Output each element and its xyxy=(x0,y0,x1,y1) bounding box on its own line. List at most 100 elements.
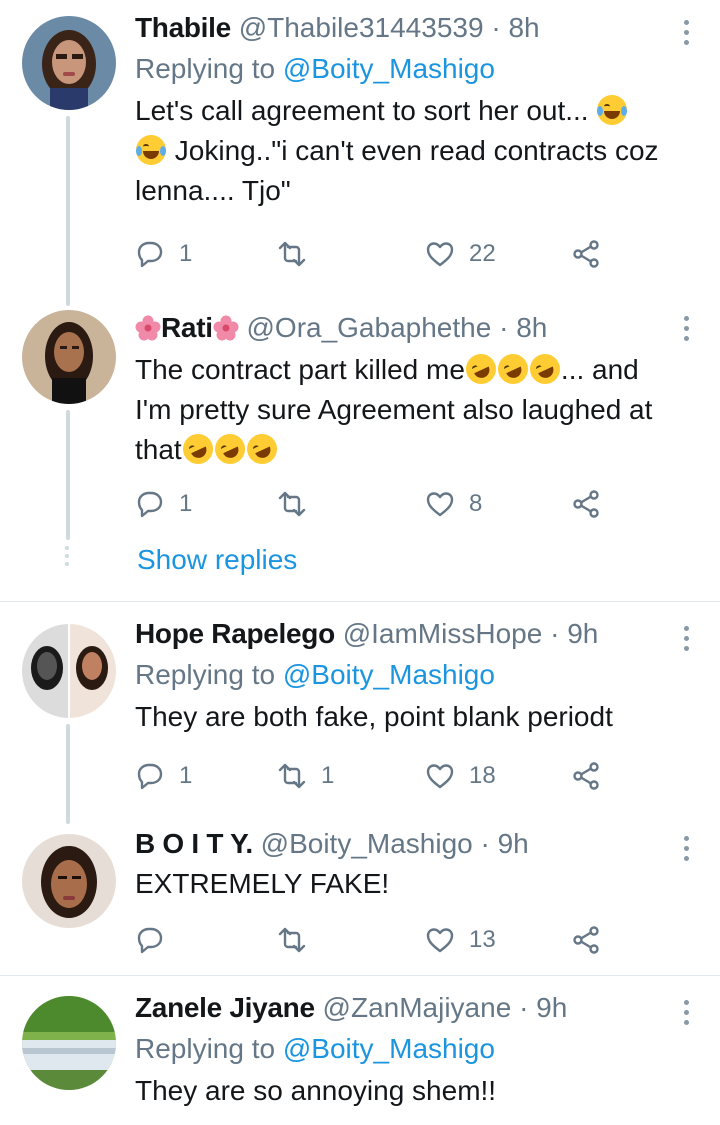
reply-button[interactable] xyxy=(135,920,179,960)
like-count: 8 xyxy=(469,490,483,517)
timestamp[interactable]: 9h xyxy=(567,618,598,649)
tweet-text-part: Joking.."i can't even read contracts coz… xyxy=(135,135,659,206)
tweet-text: EXTREMELY FAKE! xyxy=(135,868,390,899)
separator-dot: · xyxy=(519,992,529,1023)
reply-context: Replying to @Boity_Mashigo xyxy=(135,49,660,89)
username[interactable]: @IamMissHope xyxy=(343,618,543,649)
tweet-rati[interactable]: Rati @Ora_Gabaphethe · 8h The contract p… xyxy=(0,300,720,600)
reply-mention-link[interactable]: @Boity_Mashigo xyxy=(283,1033,495,1064)
avatar[interactable] xyxy=(22,310,116,404)
retweet-button[interactable] xyxy=(277,920,321,960)
share-icon xyxy=(573,240,599,268)
thread-gap-dots xyxy=(65,546,69,566)
tweet-text: Let's call agreement to sort her out... … xyxy=(135,91,660,211)
retweet-count: 1 xyxy=(321,762,335,789)
show-replies-link[interactable]: Show replies xyxy=(137,540,297,580)
more-options-icon[interactable] xyxy=(682,836,690,861)
tweet-text-part: The contract part killed me xyxy=(135,354,465,385)
tweet-header: Thabile @Thabile31443539 · 8h xyxy=(135,10,660,46)
tweet-header: Hope Rapelego @IamMissHope · 9h xyxy=(135,616,660,652)
avatar[interactable] xyxy=(22,624,116,718)
display-name[interactable]: Thabile xyxy=(135,12,231,43)
share-button[interactable] xyxy=(571,484,601,524)
avatar[interactable] xyxy=(22,834,116,928)
timestamp[interactable]: 8h xyxy=(516,312,547,343)
reply-icon xyxy=(137,763,163,790)
tweet-boity[interactable]: B O I T Y. @Boity_Mashigo · 9h EXTREMELY… xyxy=(0,812,720,974)
heart-icon xyxy=(426,764,454,789)
like-count: 13 xyxy=(469,926,496,953)
share-button[interactable] xyxy=(571,920,601,960)
more-options-icon[interactable] xyxy=(682,316,690,341)
retweet-button[interactable] xyxy=(277,234,321,274)
share-button[interactable] xyxy=(571,756,601,796)
tweet-thabile[interactable]: Thabile @Thabile31443539 · 8h Replying t… xyxy=(0,0,720,306)
avatar[interactable] xyxy=(22,996,116,1090)
separator-dot: · xyxy=(550,618,560,649)
tweet-text: They are both fake, point blank periodt xyxy=(135,701,613,732)
reply-count: 1 xyxy=(179,490,193,517)
tweet-actions: 1 22 xyxy=(135,234,615,274)
tweet-hope[interactable]: Hope Rapelego @IamMissHope · 9h Replying… xyxy=(0,602,720,824)
display-name[interactable]: Zanele Jiyane xyxy=(135,992,315,1023)
retweet-icon xyxy=(278,763,306,789)
tweet-actions: 13 xyxy=(135,920,615,960)
username[interactable]: @ZanMajiyane xyxy=(323,992,512,1023)
reply-mention-link[interactable]: @Boity_Mashigo xyxy=(283,659,495,690)
more-options-icon[interactable] xyxy=(682,1000,690,1025)
tweet-text-part: Let's call agreement to sort her out... xyxy=(135,95,597,126)
share-button[interactable] xyxy=(571,234,601,274)
share-icon xyxy=(573,926,599,954)
rofl-emoji-icon xyxy=(492,349,533,389)
joy-emoji-icon xyxy=(136,135,166,165)
username[interactable]: @Ora_Gabaphethe xyxy=(246,312,491,343)
like-button[interactable]: 22 xyxy=(425,234,496,274)
like-button[interactable]: 18 xyxy=(425,756,496,796)
tweet-header: Rati @Ora_Gabaphethe · 8h xyxy=(135,310,660,346)
heart-icon xyxy=(426,492,454,517)
separator-dot: · xyxy=(491,12,501,43)
timestamp[interactable]: 8h xyxy=(508,12,539,43)
display-name[interactable]: Rati xyxy=(161,312,213,343)
like-button[interactable]: 8 xyxy=(425,484,482,524)
tweet-zanele[interactable]: Zanele Jiyane @ZanMajiyane · 9h Replying… xyxy=(0,976,720,1125)
reply-label: Replying to xyxy=(135,1033,276,1064)
reply-button[interactable]: 1 xyxy=(135,756,192,796)
share-icon xyxy=(573,762,599,790)
rofl-emoji-icon xyxy=(524,349,565,389)
thread-line xyxy=(66,724,70,824)
rofl-emoji-icon xyxy=(460,349,501,389)
reply-context: Replying to @Boity_Mashigo xyxy=(135,655,660,695)
reply-mention-link[interactable]: @Boity_Mashigo xyxy=(283,53,495,84)
heart-icon xyxy=(426,928,454,953)
thread-line xyxy=(66,410,70,540)
hibiscus-emoji-icon xyxy=(213,314,239,341)
timestamp[interactable]: 9h xyxy=(498,828,529,859)
reply-context: Replying to @Boity_Mashigo xyxy=(135,1029,660,1069)
retweet-button[interactable] xyxy=(277,484,321,524)
display-name[interactable]: B O I T Y. xyxy=(135,828,253,859)
separator-dot: · xyxy=(480,828,490,859)
username[interactable]: @Boity_Mashigo xyxy=(261,828,473,859)
reply-icon xyxy=(137,241,163,268)
reply-label: Replying to xyxy=(135,53,276,84)
timestamp[interactable]: 9h xyxy=(536,992,567,1023)
more-options-icon[interactable] xyxy=(682,20,690,45)
like-count: 22 xyxy=(469,240,496,267)
hibiscus-emoji-icon xyxy=(135,314,161,341)
tweet-header: B O I T Y. @Boity_Mashigo · 9h xyxy=(135,826,660,862)
reply-button[interactable]: 1 xyxy=(135,484,192,524)
display-name[interactable]: Hope Rapelego xyxy=(135,618,335,649)
tweet-text: The contract part killed me... and I'm p… xyxy=(135,349,660,470)
heart-icon xyxy=(426,242,454,267)
avatar[interactable] xyxy=(22,16,116,110)
reply-button[interactable]: 1 xyxy=(135,234,192,274)
like-button[interactable]: 13 xyxy=(425,920,496,960)
more-options-icon[interactable] xyxy=(682,626,690,651)
username[interactable]: @Thabile31443539 xyxy=(239,12,484,43)
thread-line xyxy=(66,116,70,306)
separator-dot: · xyxy=(499,312,509,343)
retweet-button[interactable]: 1 xyxy=(277,756,334,796)
rofl-emoji-icon xyxy=(177,429,218,469)
reply-icon xyxy=(137,927,163,954)
